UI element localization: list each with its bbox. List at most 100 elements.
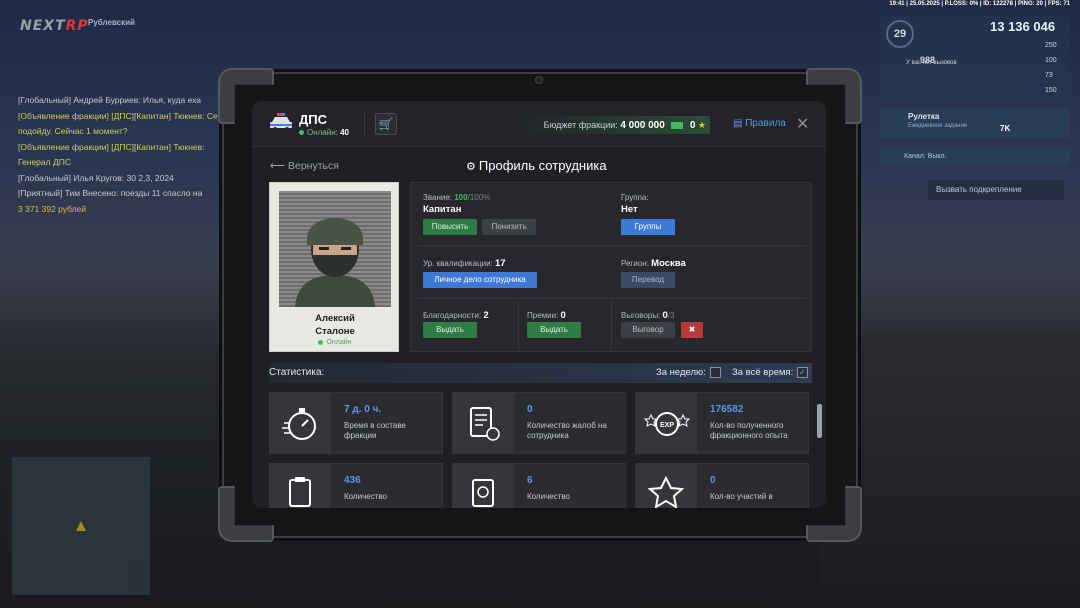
week-checkbox[interactable] xyxy=(710,367,721,378)
stat-card: 436 Количество xyxy=(269,463,443,508)
arrow-left-icon: ⟵ xyxy=(270,160,288,172)
minimap xyxy=(12,457,150,595)
server-logo: NEXTRP xyxy=(20,18,89,34)
faction-online: Онлайн: 40 xyxy=(299,128,349,137)
location-label: Рублевский xyxy=(88,18,135,27)
clipboard-icon xyxy=(270,464,331,508)
warnings-row: Выговоры: 0/3 xyxy=(621,310,675,321)
player-marker-icon xyxy=(76,521,86,531)
player-stats: 250 100 73 150 xyxy=(1045,42,1057,94)
online-dot-icon xyxy=(318,339,324,345)
rules-label: Правила xyxy=(745,118,786,129)
tablet-screen: ДПС Онлайн: 40 🛒 Бюджет фракции: 4 000 0… xyxy=(252,101,826,508)
all-time-checkbox[interactable]: ✓ xyxy=(797,367,808,378)
budget-stars: 0 xyxy=(689,120,696,131)
warnings-max: /3 xyxy=(667,311,675,320)
roulette-title: Рулетка xyxy=(908,112,940,121)
divider xyxy=(417,298,807,299)
stat-card: 6 Количество xyxy=(452,463,626,508)
roulette-value: 7K xyxy=(1000,124,1011,133)
stat-value: 176582 xyxy=(710,404,744,415)
qualification-row: Ур. квалификации: 17 xyxy=(423,258,506,269)
group-label: Группа: xyxy=(621,193,649,202)
logo-text-b: RP xyxy=(65,18,89,34)
faction-budget: Бюджет фракции: 4 000 000 0 ★ xyxy=(520,116,710,134)
employee-last-name: Сталоне xyxy=(315,326,355,337)
remove-warning-button[interactable]: ✖ xyxy=(681,322,703,338)
promote-button[interactable]: Повысить xyxy=(423,219,477,235)
gear-icon: ⚙ xyxy=(466,161,479,173)
demote-button[interactable]: Понизить xyxy=(482,219,536,235)
rank-progress: 100 xyxy=(454,193,468,202)
cart-icon: 🛒 xyxy=(378,117,394,131)
close-button[interactable]: ✕ xyxy=(796,114,809,134)
ruble-document-icon xyxy=(453,464,514,508)
stat-description: Кол-во участий в xyxy=(710,492,773,501)
online-count: 40 xyxy=(340,128,350,137)
chat-line: [Глобальный] Андрей Бурриев: Илья, куда … xyxy=(18,95,202,105)
back-button[interactable]: ⟵ Вернуться xyxy=(270,160,339,172)
stopwatch-icon xyxy=(270,393,331,453)
chat-line: [Объявление фракции] [ДПС][Капитан] Тюкн… xyxy=(18,141,205,168)
top-status-line: 19:41 | 25.05.2025 | P.LOSS: 0% | ID: 12… xyxy=(889,1,1070,7)
svg-text:EXP: EXP xyxy=(660,422,674,429)
divider xyxy=(518,301,519,351)
stat-card: 0 Количество жалоб на сотрудника xyxy=(452,392,626,454)
page-title: ⚙ Профиль сотрудника xyxy=(466,158,607,173)
give-thanks-button[interactable]: Выдать xyxy=(423,322,477,338)
stat-value: 436 xyxy=(344,475,361,486)
thanks-value: 2 xyxy=(483,310,489,321)
qualification-label: Ур. квалификации: xyxy=(423,259,493,268)
rank-value: Капитан xyxy=(423,204,462,215)
tablet-camera xyxy=(535,76,543,84)
bonus-value: 0 xyxy=(560,310,566,321)
employee-name: Алексий Сталоне xyxy=(270,312,400,338)
stat-card: EXP 176582 Кол-во полученного фракционно… xyxy=(635,392,809,454)
bonus-label: Премии: xyxy=(527,311,559,320)
stat-value: 0 xyxy=(710,475,716,486)
backup-button[interactable]: Вызвать подкрепление xyxy=(928,180,1064,200)
employee-status-text: Онлайн xyxy=(326,339,352,346)
stat-value: 6 xyxy=(527,475,533,486)
money-value: 13 136 046 xyxy=(990,19,1056,34)
book-icon: ▤ xyxy=(733,118,743,129)
channel-status: Канал: Выкл. xyxy=(880,148,1070,166)
stat-description: Количество xyxy=(527,492,570,501)
employee-portrait xyxy=(295,218,375,307)
qualification-value: 17 xyxy=(495,258,506,269)
divider xyxy=(417,245,807,246)
back-label: Вернуться xyxy=(287,160,339,172)
warning-button[interactable]: Выговор xyxy=(621,322,675,338)
employee-photo-card: Алексий Сталоне Онлайн xyxy=(269,182,399,352)
give-bonus-button[interactable]: Выдать xyxy=(527,322,581,338)
rank-row: Звание: 100/100% xyxy=(423,193,490,202)
budget-value: 4 000 000 xyxy=(620,120,665,131)
stat-description: Количество xyxy=(344,492,387,501)
user-remove-icon: ✖ xyxy=(688,325,696,334)
star-icon: ★ xyxy=(697,120,706,130)
chat-log: [Глобальный] Андрей Бурриев: Илья, куда … xyxy=(18,93,238,217)
groups-button[interactable]: Группы xyxy=(621,219,675,235)
chat-line: [Объявление фракции] [ДПС][Капитан] Тюкн… xyxy=(18,110,236,137)
chat-line: 3 371 392 рублей xyxy=(18,203,87,214)
dossier-button[interactable]: Личное дело сотрудника xyxy=(423,272,537,288)
employee-info-panel: Звание: 100/100% Капитан Повысить Понизи… xyxy=(410,182,812,352)
divider xyxy=(611,301,612,351)
divider xyxy=(364,111,365,137)
star-icon xyxy=(636,464,697,508)
shop-cart-button[interactable]: 🛒 xyxy=(375,113,397,135)
logo-text-a: NEXT xyxy=(20,18,66,34)
employee-first-name: Алексий xyxy=(315,313,355,324)
rules-link[interactable]: ▤ Правила xyxy=(733,118,786,129)
employee-status: Онлайн xyxy=(270,339,400,346)
exp-badge-icon: EXP xyxy=(636,393,697,453)
rank-progress-max: /100% xyxy=(467,193,491,202)
budget-label: Бюджет фракции: xyxy=(543,120,618,130)
roulette-panel[interactable]: Рулетка Ежедневное задание 7K xyxy=(880,108,1070,138)
transfer-button[interactable]: Перевод xyxy=(621,272,675,288)
stat-card: 7 д. 0 ч. Время в составе фракции xyxy=(269,392,443,454)
region-label: Регион: xyxy=(621,259,649,268)
week-label: За неделю: xyxy=(656,367,706,378)
tablet-header: ДПС Онлайн: 40 🛒 Бюджет фракции: 4 000 0… xyxy=(252,101,826,147)
scrollbar[interactable] xyxy=(817,404,822,438)
